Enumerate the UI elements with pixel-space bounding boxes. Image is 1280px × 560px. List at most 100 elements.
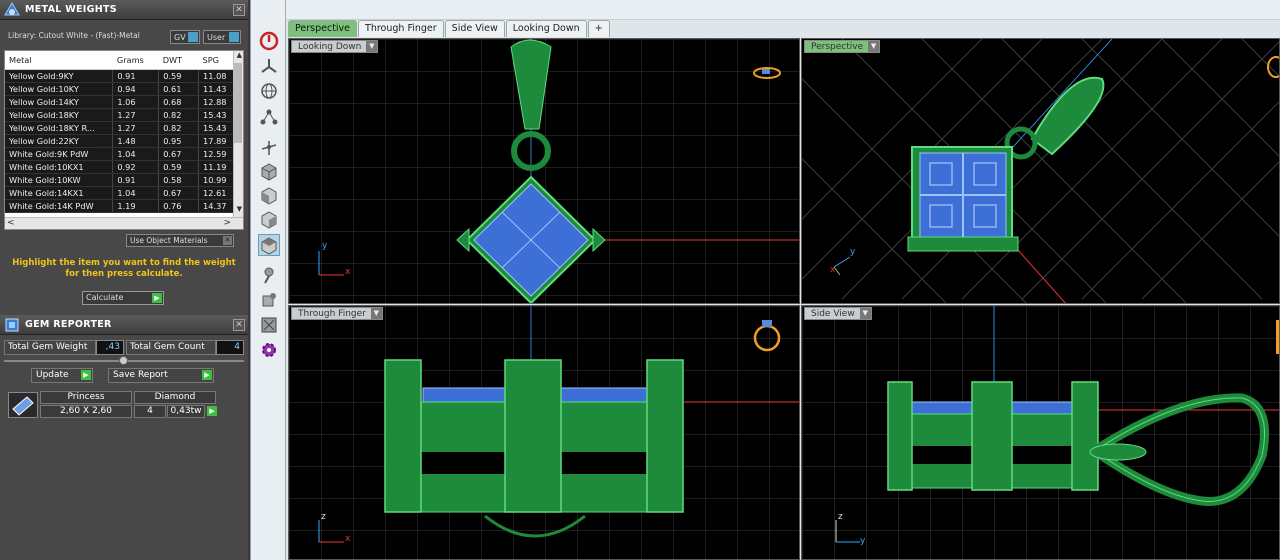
chevron-down-icon[interactable]: ▼ [366, 41, 378, 52]
play-icon: ▶ [81, 370, 91, 380]
chevron-down-icon[interactable]: ▼ [868, 41, 880, 52]
spg-cell: 12.61 [198, 186, 235, 200]
grams-cell: 1.27 [112, 108, 160, 122]
table-header: Metal Grams DWT SPG [5, 51, 235, 70]
globe-icon[interactable] [258, 80, 280, 102]
col-metal[interactable]: Metal [5, 51, 113, 70]
calculate-button[interactable]: Calculate ▶ [82, 291, 164, 305]
table-row[interactable]: White Gold:10KX1 0.92 0.59 11.19 [5, 160, 235, 174]
axis-icon[interactable] [258, 136, 280, 158]
user-toggle[interactable]: User [203, 30, 241, 44]
viewport-looking-down[interactable]: Looking Down ▼ y x [288, 38, 800, 304]
chevron-down-icon[interactable]: ▼ [859, 308, 871, 319]
pin-icon[interactable] [258, 264, 280, 286]
scroll-down-icon[interactable]: ▼ [237, 205, 242, 213]
tab-through-finger[interactable]: Through Finger [358, 20, 444, 37]
hint-text: Highlight the item you want to find the … [12, 258, 236, 279]
metal-cell: Yellow Gold:9KY [5, 69, 114, 83]
spg-cell: 11.19 [198, 160, 235, 174]
horizontal-scrollbar[interactable] [5, 217, 243, 229]
view-tabs: Perspective Through Finger Side View Loo… [288, 20, 611, 38]
grams-cell: 0.92 [112, 160, 160, 174]
dwt-cell: 0.95 [158, 134, 200, 148]
axis-label-z: z [838, 512, 843, 522]
col-grams[interactable]: Grams [112, 51, 159, 70]
viewport-through-finger[interactable]: Through Finger ▼ z x [288, 305, 800, 560]
gv-toggle[interactable]: GV [170, 30, 200, 44]
add-tab-button[interactable]: + [587, 20, 610, 37]
viewport-label[interactable]: Looking Down ▼ [291, 40, 379, 53]
toggle-x-icon[interactable]: ✕ [223, 236, 232, 245]
top-strip [286, 0, 1280, 20]
hand-tool-icon[interactable] [258, 289, 280, 311]
viewport-label[interactable]: Through Finger ▼ [291, 307, 383, 320]
table-row[interactable]: Yellow Gold:9KY 0.91 0.59 11.08 [5, 69, 235, 83]
col-dwt[interactable]: DWT [158, 51, 199, 70]
grams-cell: 0.94 [112, 82, 160, 96]
axis-label-x: x [830, 265, 836, 275]
table-row[interactable]: Yellow Gold:18KY 1.27 0.82 15.43 [5, 108, 235, 122]
viewport-perspective[interactable]: Perspective ▼ y x [801, 38, 1280, 304]
use-object-materials-label: Use Object Materials [130, 236, 208, 245]
table-row[interactable]: White Gold:14KX1 1.04 0.67 12.61 [5, 186, 235, 200]
frame-icon[interactable] [258, 314, 280, 336]
total-gem-count-value: 4 [216, 339, 244, 355]
chevron-down-icon[interactable]: ▼ [370, 308, 382, 319]
table-row[interactable]: White Gold:10KW 0.91 0.58 10.99 [5, 173, 235, 187]
dwt-cell: 0.67 [158, 147, 200, 161]
spg-cell: 15.43 [198, 121, 235, 135]
tab-looking-down[interactable]: Looking Down [505, 20, 587, 37]
cube-top-icon[interactable] [258, 234, 280, 256]
close-icon[interactable]: ✕ [233, 4, 245, 16]
axis-label-x: x [345, 534, 351, 544]
grams-cell: 1.19 [112, 199, 160, 213]
tab-side-view[interactable]: Side View [444, 20, 505, 37]
save-report-button[interactable]: Save Report ▶ [108, 368, 214, 383]
fan-icon[interactable] [258, 56, 280, 78]
table-row[interactable]: White Gold:9K PdW 1.04 0.67 12.59 [5, 147, 235, 161]
metal-cell: White Gold:10KW [5, 173, 114, 187]
use-object-materials-toggle[interactable]: Use Object Materials ✕ [126, 234, 234, 247]
cube-side-icon[interactable] [258, 208, 280, 230]
scroll-up-icon[interactable]: ▲ [237, 51, 242, 59]
scroll-left-icon[interactable]: < [7, 218, 15, 228]
axis-label-x: x [345, 267, 351, 277]
nodes-icon[interactable] [258, 106, 280, 128]
close-icon[interactable]: ✕ [233, 319, 245, 331]
gear-icon[interactable] [258, 339, 280, 361]
update-button[interactable]: Update ▶ [31, 368, 93, 383]
spg-cell: 17.89 [198, 134, 235, 148]
axis-label-y: y [850, 247, 856, 257]
slider-knob[interactable] [119, 356, 128, 365]
dwt-cell: 0.76 [158, 199, 200, 213]
table-row[interactable]: Yellow Gold:10KY 0.94 0.61 11.43 [5, 82, 235, 96]
gem-list-item[interactable]: Princess 2,60 X 2,60 Diamond 4 0,43tw ▶ [4, 390, 244, 420]
viewport-label[interactable]: Side View ▼ [804, 307, 872, 320]
gem-slider[interactable] [4, 356, 244, 365]
metal-weights-header: METAL WEIGHTS ✕ [0, 0, 248, 20]
power-icon[interactable] [258, 30, 280, 52]
tab-perspective[interactable]: Perspective [288, 20, 358, 37]
table-row[interactable]: Yellow Gold:14KY 1.06 0.68 12.88 [5, 95, 235, 109]
cube-icon[interactable] [258, 160, 280, 182]
scroll-thumb[interactable] [234, 63, 242, 143]
axis-label-y: y [860, 536, 866, 546]
main-area: Perspective Through Finger Side View Loo… [286, 0, 1280, 560]
col-spg[interactable]: SPG [198, 51, 235, 70]
play-icon[interactable]: ▶ [207, 406, 217, 416]
metal-table[interactable]: Metal Grams DWT SPG Yellow Gold:9KY 0.91 0… [4, 50, 244, 230]
total-gem-weight-value: ,43 [96, 339, 124, 355]
table-row[interactable]: White Gold:14K PdW 1.19 0.76 14.37 [5, 199, 235, 213]
scroll-right-icon[interactable]: > [223, 218, 231, 228]
cube-front-icon[interactable] [258, 184, 280, 206]
viewport-side-view[interactable]: Side View ▼ z y [801, 305, 1280, 560]
grams-cell: 1.04 [112, 147, 160, 161]
table-row[interactable]: Yellow Gold:18KY R... 1.27 0.82 15.43 [5, 121, 235, 135]
viewport-label[interactable]: Perspective ▼ [804, 40, 881, 53]
dwt-cell: 0.67 [158, 186, 200, 200]
viewport-title: Looking Down [298, 42, 362, 52]
princess-gem-icon [8, 392, 38, 418]
gv-label: GV [174, 32, 186, 42]
gem-reporter-icon [2, 315, 22, 335]
table-row[interactable]: Yellow Gold:22KY 1.48 0.95 17.89 [5, 134, 235, 148]
